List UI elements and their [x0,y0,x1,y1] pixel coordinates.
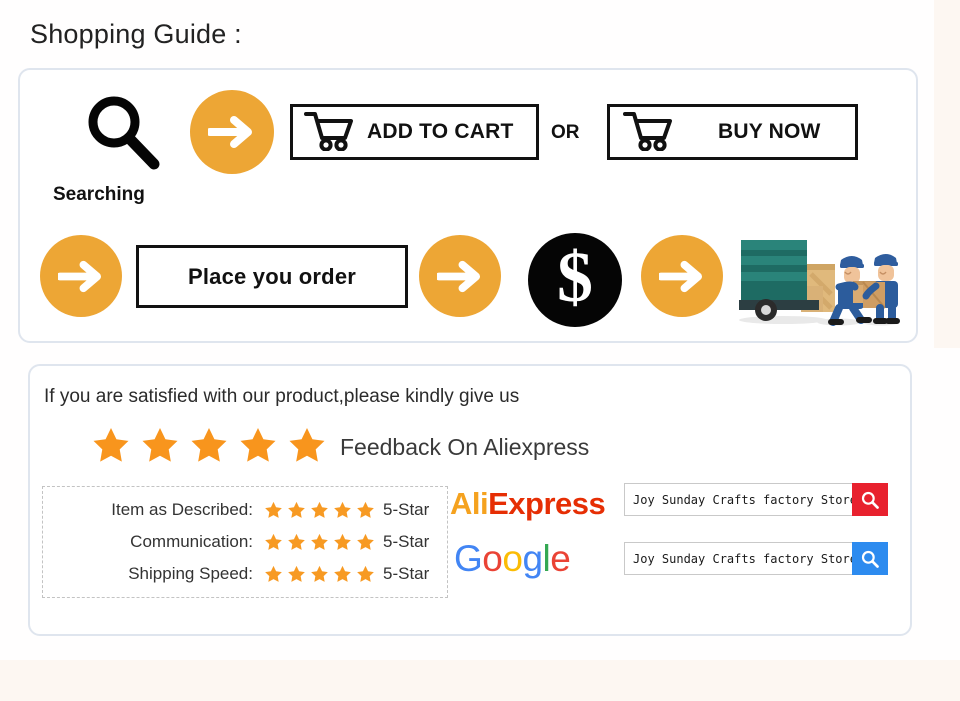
star-icon [265,533,282,550]
searching-label: Searching [53,184,145,205]
arrow-right-icon-4 [641,235,723,317]
or-separator-label: OR [551,122,580,143]
bottom-decorative-strip [0,660,960,701]
rating-value: 5-Star [383,564,430,583]
buy-now-label: BUY NOW [718,120,821,143]
rating-value: 5-Star [383,500,430,519]
google-logo-letter: o [502,538,523,579]
star-icon [357,565,374,582]
star-icon [265,565,282,582]
star-icon [311,501,328,518]
rating-label: Shipping Speed: [128,564,253,583]
shopping-cart-icon [303,109,355,156]
google-logo-letter: G [454,538,483,579]
magnifier-icon [82,92,164,179]
aliexpress-logo-part1: Ali [450,486,489,521]
rating-stars [263,500,376,521]
arrow-right-icon-3 [419,235,501,317]
buy-now-button[interactable]: BUY NOW [607,104,858,160]
star-icon [240,428,276,462]
star-icon [288,501,305,518]
star-icon [191,428,227,462]
search-icon [861,550,879,568]
aliexpress-search-widget[interactable]: Joy Sunday Crafts factory Store [624,483,888,516]
big-star-rating [88,424,330,468]
rating-breakdown-box: Item as Described: 5-Star Communication: [42,486,448,598]
feedback-on-aliexpress-label: Feedback On Aliexpress [340,434,590,460]
aliexpress-logo: AliExpress [450,486,606,522]
rating-stars [263,564,376,585]
star-icon [334,565,351,582]
rating-label: Communication: [130,532,253,551]
rating-row: Item as Described: 5-Star [53,494,437,526]
star-icon [357,501,374,518]
feedback-headline: If you are satisfied with our product,pl… [44,386,520,407]
star-icon [357,533,374,550]
google-search-input[interactable]: Joy Sunday Crafts factory Store [624,542,852,575]
star-icon [288,533,305,550]
rating-value: 5-Star [383,532,430,551]
place-order-label: Place you order [187,263,357,289]
shopping-cart-icon-2 [622,109,674,156]
star-icon [334,501,351,518]
page-title: Shopping Guide : [30,19,242,49]
google-logo-letter: g [522,538,543,579]
dollar-symbol: $ [557,237,593,317]
place-order-button[interactable]: Place you order [136,245,408,308]
arrow-right-icon-2 [40,235,122,317]
shopping-guide-card: Searching ADD TO CART OR BUY NOW Place y… [18,68,918,343]
dollar-coin-icon: $ [528,233,622,327]
search-icon [861,491,879,509]
star-icon [93,428,129,462]
right-decorative-strip [934,0,960,348]
google-search-widget[interactable]: Joy Sunday Crafts factory Store [624,542,888,575]
rating-stars [263,532,376,553]
aliexpress-logo-part2: Express [488,486,606,521]
rating-label: Item as Described: [111,500,253,519]
star-icon [265,501,282,518]
arrow-right-icon-1 [190,90,274,174]
star-icon [311,565,328,582]
rating-row: Shipping Speed: 5-Star [53,558,437,590]
page-root: Shopping Guide : Searching ADD TO CART O… [0,0,960,701]
google-logo: Google [454,538,571,580]
delivery-truck-icon [735,234,901,334]
add-to-cart-label: ADD TO CART [367,120,514,143]
aliexpress-search-button[interactable] [852,483,888,516]
feedback-card: If you are satisfied with our product,pl… [28,364,912,636]
star-icon [142,428,178,462]
add-to-cart-button[interactable]: ADD TO CART [290,104,539,160]
star-icon [334,533,351,550]
star-icon [311,533,328,550]
rating-row: Communication: 5-Star [53,526,437,558]
aliexpress-search-input[interactable]: Joy Sunday Crafts factory Store [624,483,852,516]
google-logo-letter: e [550,538,571,579]
star-icon [288,565,305,582]
google-search-button[interactable] [852,542,888,575]
google-logo-letter: o [482,538,503,579]
star-icon [289,428,325,462]
